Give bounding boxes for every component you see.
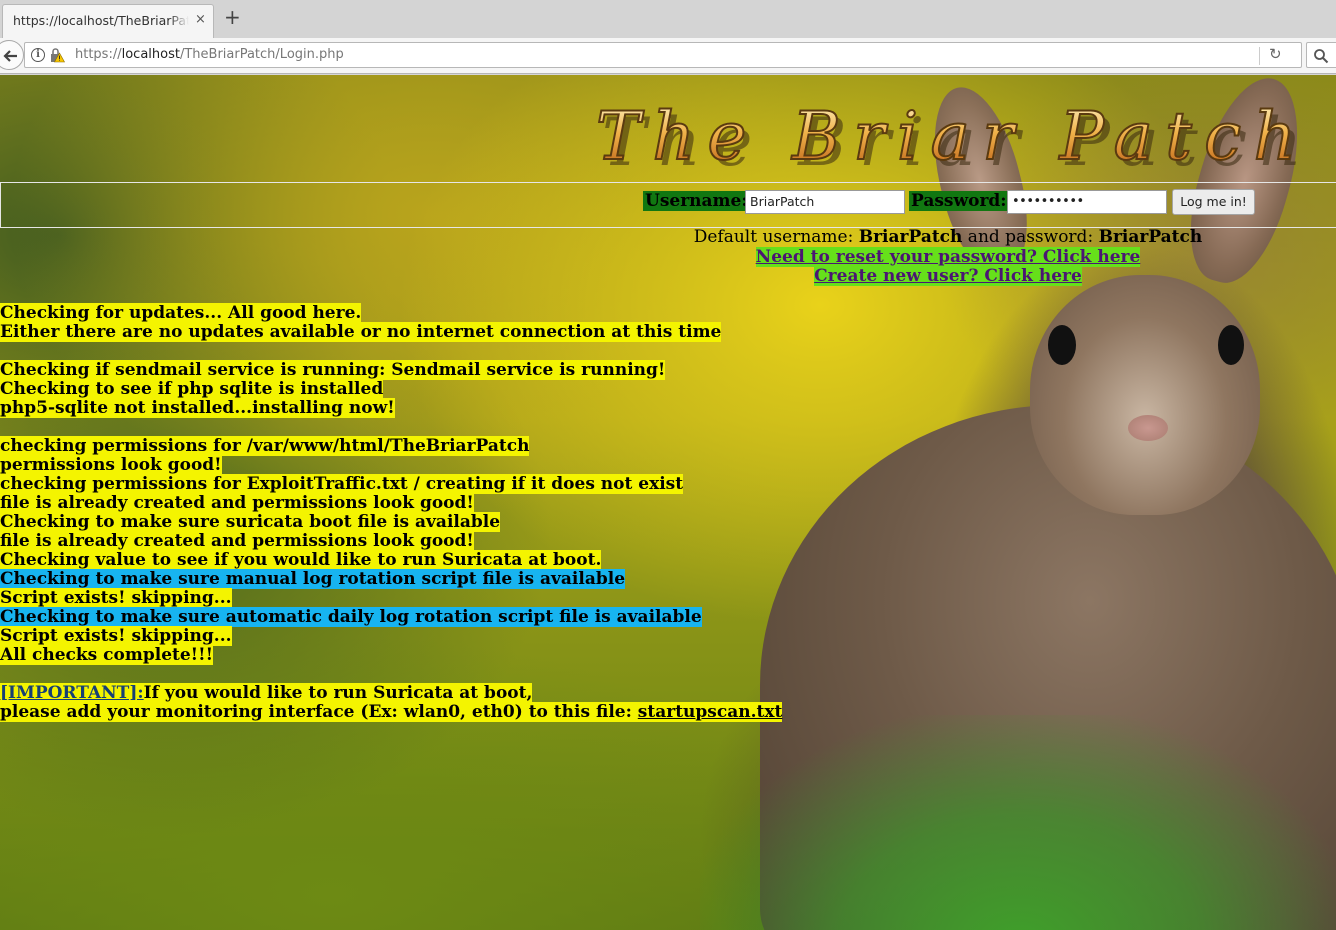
default-username: BriarPatch (858, 227, 963, 247)
important-link[interactable]: [IMPORTANT]: (0, 683, 144, 703)
status-line: Checking if sendmail service is running:… (0, 360, 666, 380)
important-text: If you would like to run Suricata at boo… (143, 683, 533, 703)
tab-title: https://localhost/TheBriarPatch (13, 13, 189, 28)
status-line: Checking to make sure suricata boot file… (0, 512, 501, 532)
status-line: Script exists! skipping... (0, 588, 232, 608)
back-button[interactable] (0, 40, 24, 70)
status-line: checking permissions for /var/www/html/T… (0, 436, 530, 456)
password-label: Password: (909, 191, 1009, 211)
interface-instruction: please add your monitoring interface (Ex… (0, 702, 638, 722)
default-prefix: Default username: (693, 227, 859, 247)
username-field[interactable]: BriarPatch (745, 190, 905, 214)
back-arrow-icon (3, 50, 17, 62)
reset-password-link[interactable]: Need to reset your password? Click here (755, 246, 1141, 267)
logo-text: The Briar Patch (596, 98, 1296, 175)
status-line: permissions look good! (0, 455, 222, 475)
status-line: Checking to make sure automatic daily lo… (0, 607, 702, 627)
status-line: Script exists! skipping... (0, 626, 232, 646)
default-middle: and password: (962, 227, 1099, 247)
username-label: Username: (643, 191, 750, 211)
rabbit-nose-image (1128, 415, 1168, 441)
url-path: /TheBriarPatch/Login.php (179, 47, 344, 62)
search-icon (1314, 49, 1329, 64)
url-text[interactable]: https://localhost/TheBriarPatch/Login.ph… (75, 47, 344, 62)
login-help: Default username: BriarPatch and passwor… (540, 227, 1336, 287)
status-line: Checking for updates... All good here. (0, 303, 362, 323)
status-line: All checks complete!!! (0, 645, 214, 665)
browser-tab[interactable]: https://localhost/TheBriarPatch × (2, 4, 214, 38)
url-separator (1259, 47, 1260, 65)
create-user-link[interactable]: Create new user? Click here (814, 266, 1082, 286)
site-logo: The Briar Patch The Briar Patch (590, 93, 1310, 183)
grass-image (700, 715, 1336, 930)
status-line: Checking to make sure manual log rotatio… (0, 569, 626, 589)
status-line: file is already created and permissions … (0, 531, 474, 551)
status-line: php5-sqlite not installed...installing n… (0, 398, 395, 418)
status-line: Checking value to see if you would like … (0, 550, 602, 570)
status-line: Either there are no updates available or… (0, 322, 722, 342)
insecure-lock-icon[interactable] (49, 47, 65, 63)
status-line: Checking to see if php sqlite is install… (0, 379, 384, 399)
close-tab-icon[interactable]: × (195, 12, 206, 27)
status-messages: Checking for updates... All good here. E… (0, 303, 783, 722)
new-tab-icon[interactable]: + (224, 7, 241, 27)
search-box[interactable] (1306, 42, 1336, 68)
default-credentials: Default username: BriarPatch and passwor… (540, 227, 1336, 248)
url-host: localhost (121, 47, 180, 62)
reload-icon[interactable]: ↻ (1269, 45, 1282, 63)
default-password: BriarPatch (1098, 227, 1203, 247)
status-line: checking permissions for ExploitTraffic.… (0, 474, 684, 494)
url-scheme: https:// (75, 47, 122, 62)
address-bar[interactable]: i https://localhost/TheBriarPatch/Login.… (24, 42, 1302, 68)
rabbit-left-eye-image (1048, 325, 1076, 365)
info-icon[interactable]: i (31, 48, 45, 62)
rabbit-head-image (1030, 275, 1260, 515)
login-button[interactable]: Log me in! (1172, 189, 1255, 215)
password-field[interactable]: •••••••••• (1007, 190, 1167, 214)
browser-nav-bar: i https://localhost/TheBriarPatch/Login.… (0, 38, 1336, 74)
status-line: file is already created and permissions … (0, 493, 474, 513)
startupscan-link[interactable]: startupscan.txt (637, 702, 783, 722)
browser-tab-bar: https://localhost/TheBriarPatch × + (0, 0, 1336, 38)
rabbit-right-eye-image (1218, 325, 1244, 365)
page-content: The Briar Patch The Briar Patch Username… (0, 75, 1336, 930)
